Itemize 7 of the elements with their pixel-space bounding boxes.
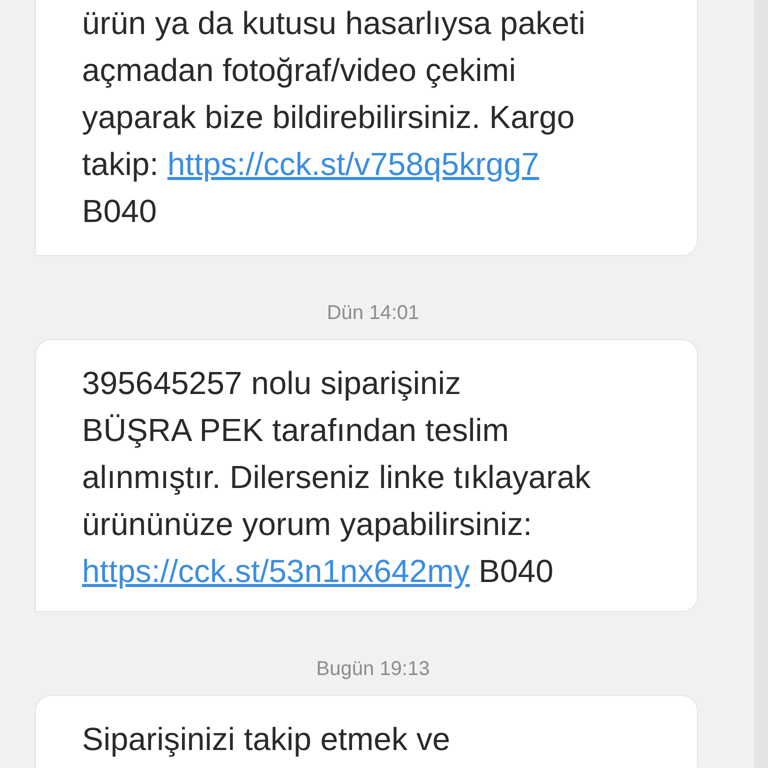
message-link[interactable]: https://cck.st/v758q5krgg7: [167, 146, 540, 182]
message-timestamp: Bugün 19:13: [316, 658, 431, 681]
message-text: 395645257 nolu siparişiniz BÜŞRA PEK tarafından teslim alınmıştır. Dilerseniz linke tıklayarak ürününüze yorum yapabilirsiniz: https://cck.st/53n1nx642my B040: [82, 364, 592, 591]
message-link[interactable]: https://cck.st/53n1nx642my: [82, 553, 470, 589]
message-timestamp: Dün 14:01: [326, 302, 420, 325]
message-text: ürün ya da kutusu hasarlıysa paketi açmadan fotoğraf/video çekimi yaparak bize bildirebilirsiniz. Kargo takip: https://cck.st/v758q5krgg7 B040: [82, 4, 586, 231]
message-text: Siparişinizi takip etmek ve: [82, 720, 452, 759]
